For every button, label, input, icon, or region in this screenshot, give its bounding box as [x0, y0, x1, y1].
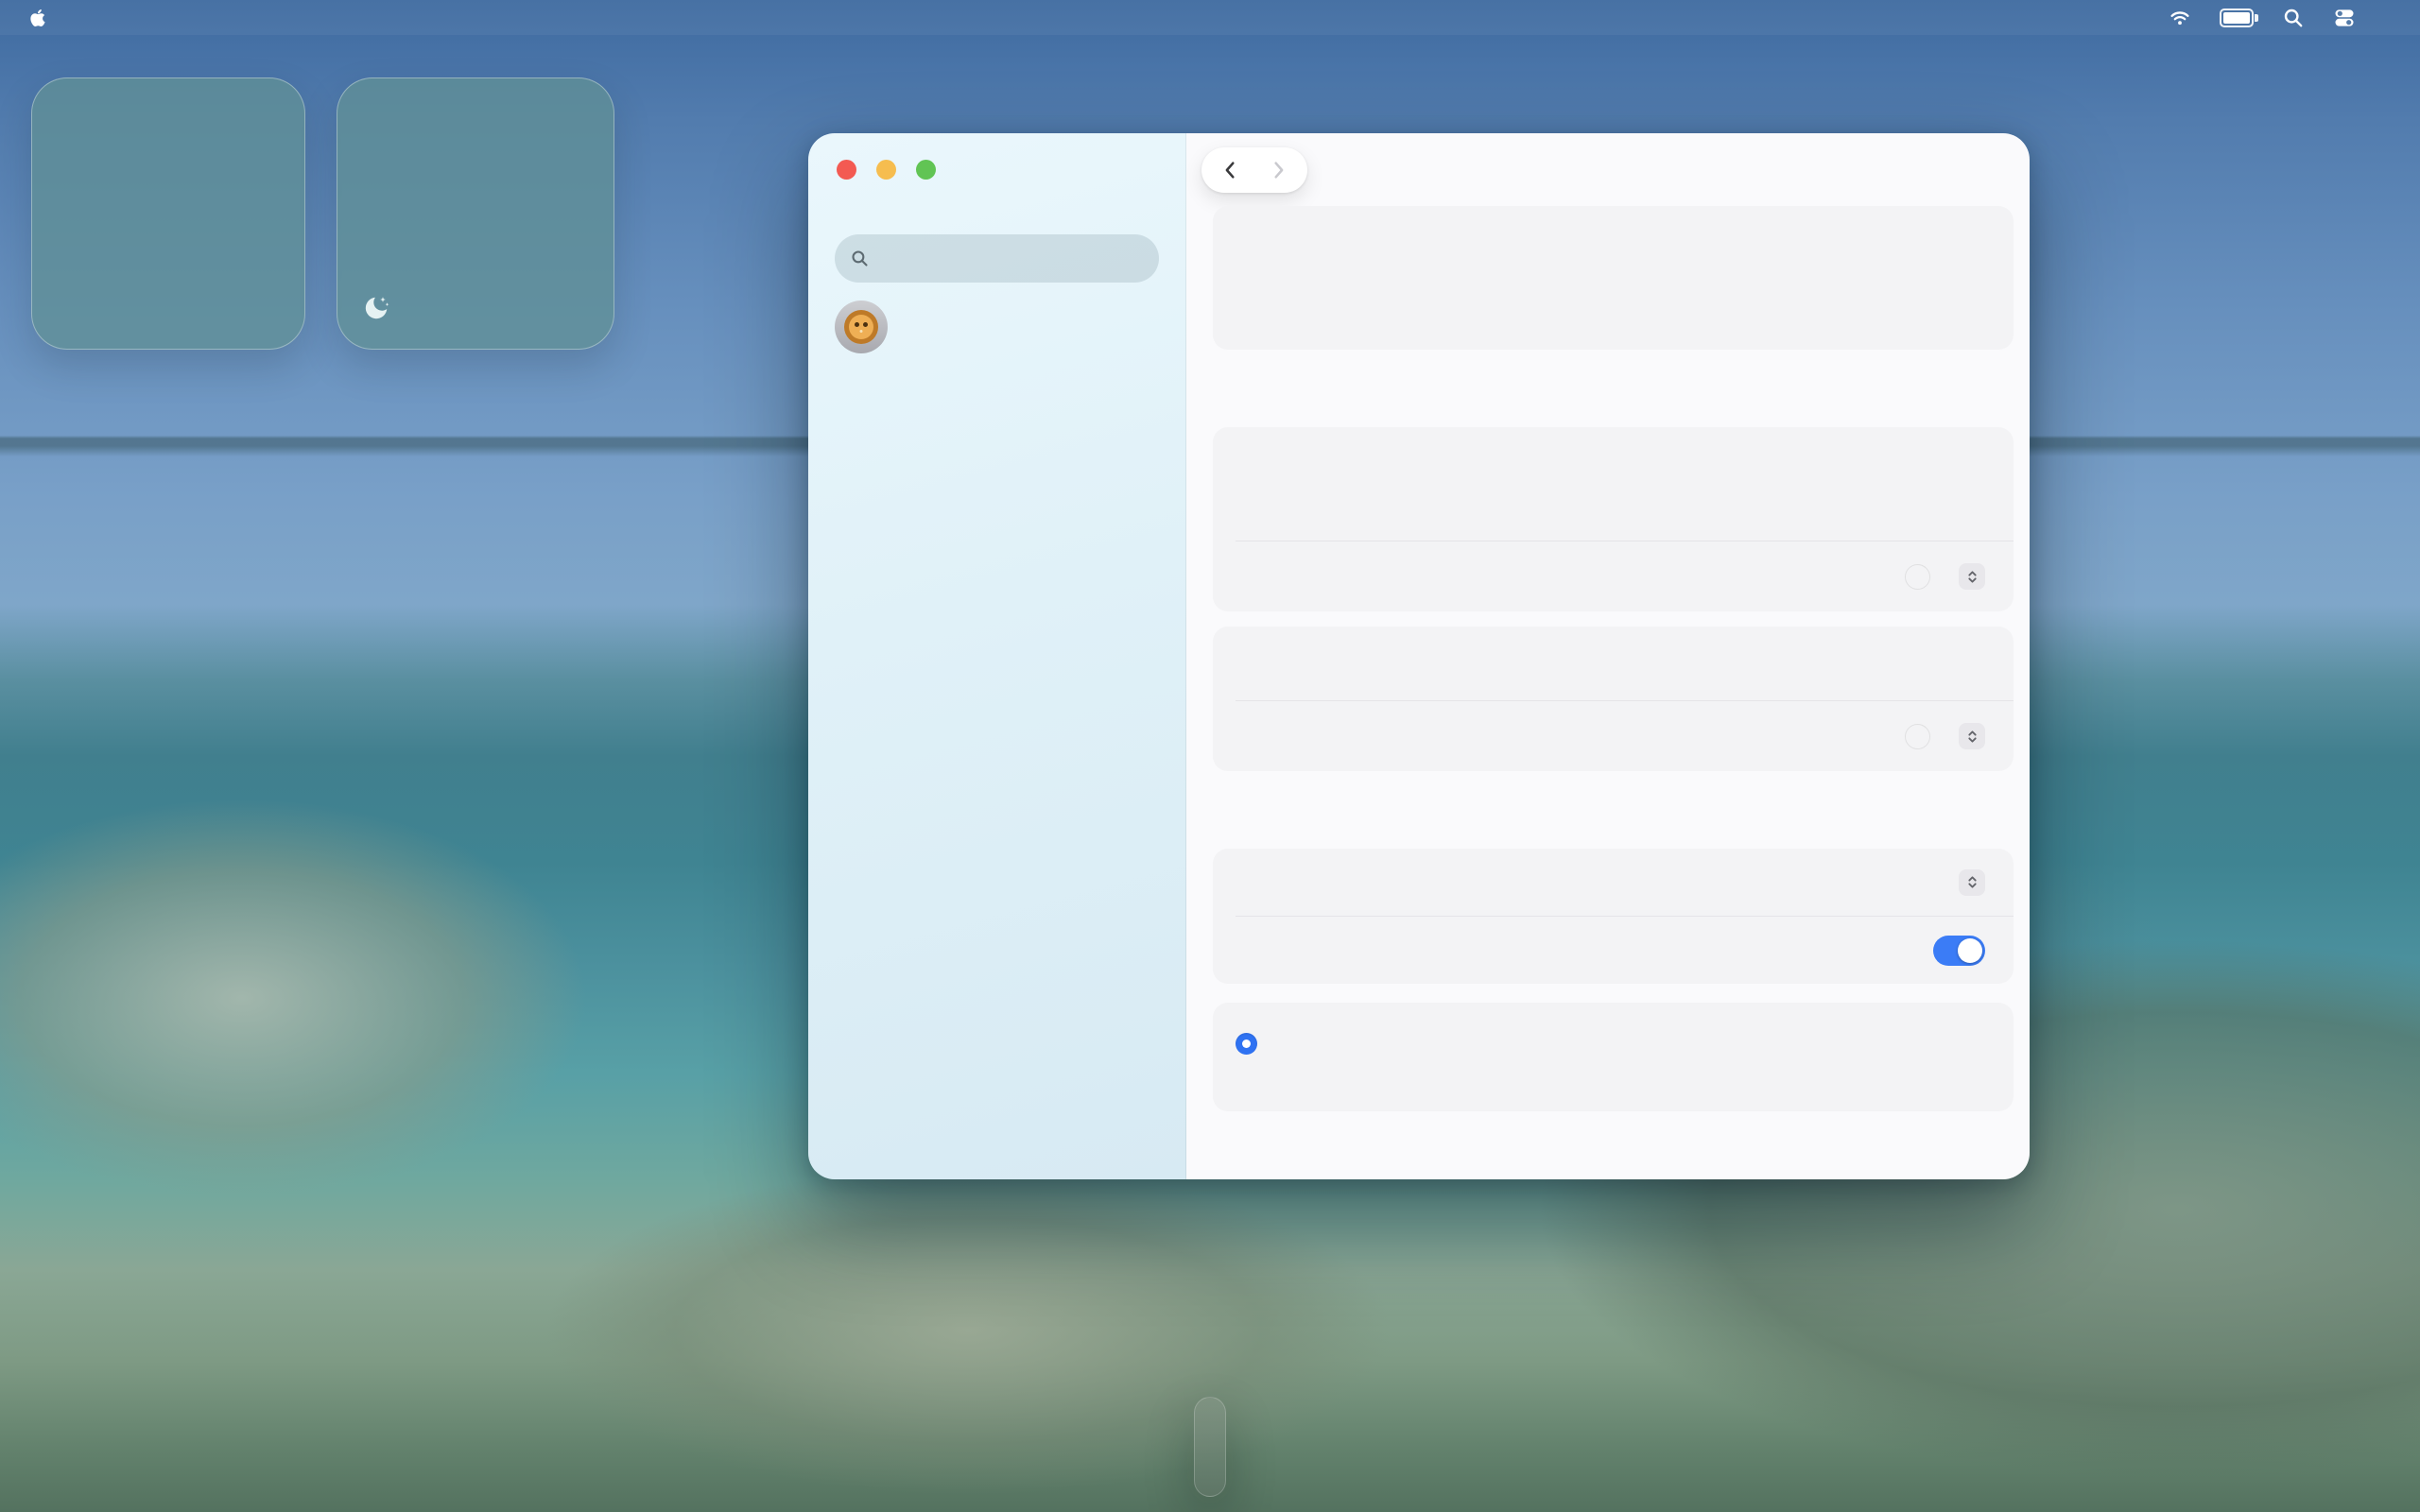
- scroll-bars-card: [1213, 1003, 2014, 1111]
- forward-button[interactable]: [1268, 160, 1288, 180]
- scroll-bars-option-auto[interactable]: [1236, 1033, 1985, 1055]
- zoom-button[interactable]: [916, 160, 936, 180]
- search-icon: [850, 249, 870, 268]
- settings-pane: [1186, 133, 2030, 1179]
- sidebar-icon-size-stepper[interactable]: [1959, 869, 1985, 896]
- radio-selected-icon: [1236, 1033, 1257, 1055]
- pane-content: [1213, 206, 2014, 1179]
- icon-color-stepper[interactable]: [1959, 723, 1985, 749]
- minimize-button[interactable]: [876, 160, 896, 180]
- appearance-mode-card: [1213, 206, 2014, 350]
- text-highlight-swatch: [1905, 564, 1930, 590]
- weather-widget[interactable]: [337, 77, 614, 350]
- windows-heading: [1216, 809, 2014, 837]
- menu-bar: [0, 0, 2420, 35]
- calendar-widget[interactable]: [31, 77, 305, 350]
- moon-stars-icon: [362, 294, 390, 322]
- settings-sidebar: [808, 133, 1186, 1179]
- search-input[interactable]: [835, 234, 1159, 283]
- text-highlight-stepper[interactable]: [1959, 563, 1985, 590]
- theme-heading: [1216, 387, 2014, 416]
- windows-card: [1213, 849, 2014, 984]
- avatar: [835, 301, 888, 353]
- battery-status-icon[interactable]: [2220, 9, 2254, 27]
- system-settings-window: [808, 133, 2030, 1179]
- apple-account-row[interactable]: [835, 301, 1159, 353]
- window-controls: [808, 133, 1185, 180]
- spotlight-search-icon[interactable]: [2282, 7, 2305, 29]
- wifi-status-icon[interactable]: [2169, 7, 2191, 29]
- tint-window-toggle[interactable]: [1933, 936, 1985, 966]
- dock: [1194, 1397, 1226, 1497]
- icon-style-card: [1213, 627, 2014, 771]
- close-button[interactable]: [837, 160, 856, 180]
- desktop: [0, 0, 2420, 1512]
- control-center-icon[interactable]: [2333, 7, 2356, 29]
- apple-menu-icon[interactable]: [26, 7, 49, 29]
- icon-color-swatch: [1905, 724, 1930, 749]
- theme-card: [1213, 427, 2014, 611]
- back-button[interactable]: [1220, 160, 1241, 180]
- navigation-pill: [1201, 147, 1307, 193]
